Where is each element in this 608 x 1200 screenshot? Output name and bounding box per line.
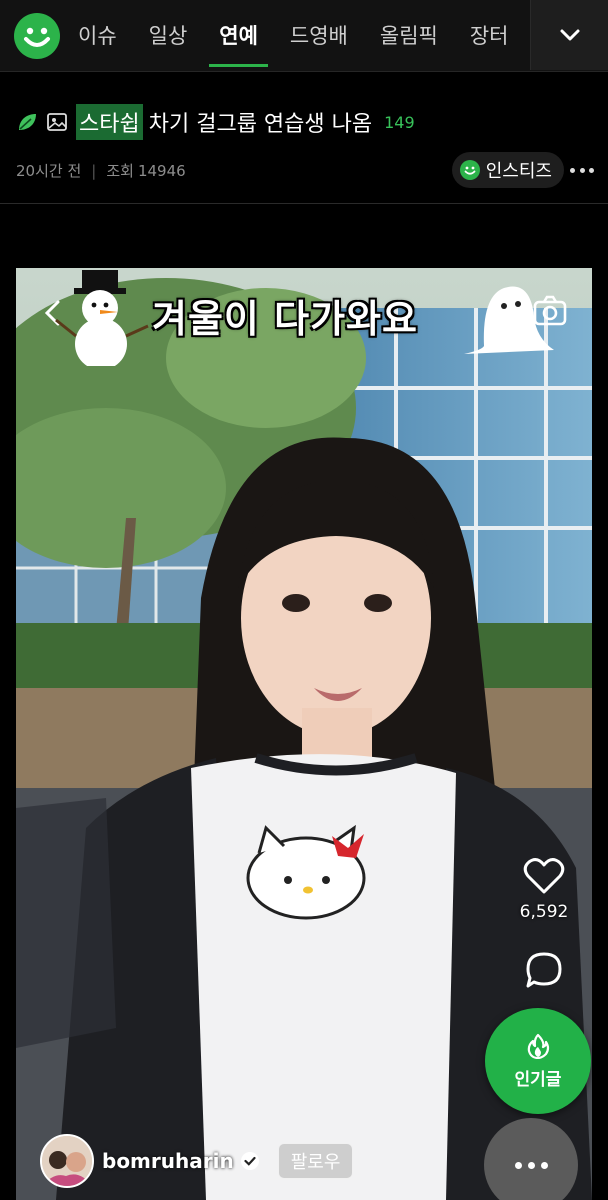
video-author: bomruharin 팔로우 xyxy=(40,1134,354,1188)
post-title-highlight: 스타쉽 xyxy=(76,104,143,140)
tab-daily[interactable]: 일상 xyxy=(133,0,204,70)
camera-icon[interactable] xyxy=(532,294,568,328)
post-meta: 20시간 전 | 조회 14946 xyxy=(16,160,186,181)
comment-count[interactable]: 149 xyxy=(384,113,415,132)
snowman-sticker-icon xyxy=(52,268,152,370)
dot-icon xyxy=(527,1161,535,1169)
post-title: 차기 걸그룹 연습생 나옴 xyxy=(148,112,373,137)
image-icon xyxy=(46,111,68,133)
dot-icon xyxy=(540,1161,548,1169)
views-label: 조회 xyxy=(106,162,134,180)
post-title-row[interactable]: 스타쉽 차기 걸그룹 연습생 나옴 149 xyxy=(16,104,415,140)
author-username[interactable]: bomruharin xyxy=(102,1149,234,1173)
comment-bubble-icon[interactable] xyxy=(522,948,566,992)
dot-icon xyxy=(514,1161,522,1169)
post-time: 20시간 전 xyxy=(16,162,82,180)
tab-issue[interactable]: 이슈 xyxy=(62,0,133,70)
board-chip[interactable]: 인스티즈 xyxy=(451,152,564,188)
popular-posts-button[interactable]: 인기글 xyxy=(485,1008,591,1114)
verified-badge-icon xyxy=(240,1152,259,1170)
dot-icon xyxy=(579,167,585,173)
flame-icon xyxy=(527,1033,550,1059)
video-caption: 겨울이 다가와요 xyxy=(152,297,418,341)
views-count: 14946 xyxy=(137,161,186,180)
tab-drama-movie[interactable]: 드영배 xyxy=(274,0,364,70)
video-side-actions: 6,592 xyxy=(514,854,574,992)
top-navigation: 이슈 일상 연예 드영배 올림픽 장터 xyxy=(0,0,608,72)
board-chip-label: 인스티즈 xyxy=(485,161,552,182)
heart-icon[interactable] xyxy=(522,854,566,898)
dot-icon xyxy=(570,167,575,173)
meta-divider: | xyxy=(91,161,97,180)
smile-logo-icon xyxy=(459,160,480,180)
tab-entertainment[interactable]: 연예 xyxy=(203,0,274,70)
chevron-down-icon xyxy=(560,29,579,41)
home-logo-icon[interactable] xyxy=(14,13,60,59)
popular-posts-label: 인기글 xyxy=(514,1069,562,1090)
tab-olympics[interactable]: 올림픽 xyxy=(364,0,454,70)
tab-market[interactable]: 장터 xyxy=(454,0,525,70)
like-count: 6,592 xyxy=(519,902,569,922)
expand-tabs-button[interactable] xyxy=(530,0,608,70)
post-header: 스타쉽 차기 걸그룹 연습생 나옴 149 20시간 전 | 조회 14946 … xyxy=(0,82,608,204)
follow-button[interactable]: 팔로우 xyxy=(277,1143,354,1179)
category-tabs: 이슈 일상 연예 드영배 올림픽 장터 xyxy=(62,0,525,70)
leaf-icon xyxy=(16,111,38,133)
post-more-button[interactable] xyxy=(570,160,594,180)
avatar[interactable] xyxy=(40,1134,94,1188)
dot-icon xyxy=(589,167,594,173)
